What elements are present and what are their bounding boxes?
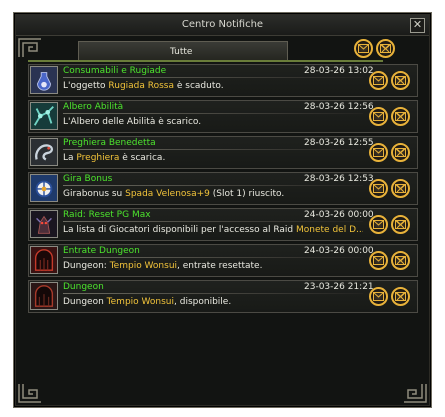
title-bar[interactable]: Centro Notifiche ✕ — [16, 15, 429, 36]
message-text: , entrate resettate. — [177, 261, 263, 271]
potion-icon — [30, 66, 58, 94]
message-text: L'Albero delle Abilità è scarico. — [63, 117, 202, 127]
delete-all-mail-icon[interactable] — [376, 39, 395, 58]
tab-tutte[interactable]: Tutte — [78, 41, 288, 61]
list-item[interactable]: Albero Abilità 28-03-26 12:56 L'Albero d… — [27, 99, 419, 135]
notification-title: Consumabili e Rugiade — [63, 66, 167, 76]
corner-ornament-icon — [18, 38, 41, 57]
mark-read-mail-icon[interactable] — [369, 287, 388, 306]
message-text: La — [63, 153, 77, 163]
bonus-wheel-icon — [30, 174, 58, 202]
dungeon-gate-icon — [30, 246, 58, 274]
message-highlight: Rugiada Rossa — [108, 81, 175, 91]
message-highlight: Monete del D.... — [296, 225, 363, 235]
mark-read-mail-icon[interactable] — [369, 107, 388, 126]
message-highlight: Spada Velenosa+9 — [125, 189, 210, 199]
divider — [63, 113, 363, 114]
delete-mail-icon[interactable] — [391, 71, 410, 90]
divider — [63, 185, 363, 186]
notification-date: 23-03-26 21:21 — [304, 282, 374, 292]
notification-list: Consumabili e Rugiade 28-03-26 13:02 L'o… — [27, 63, 419, 315]
notification-center-window: Centro Notifiche ✕ Tutte Consumabili e R… — [13, 12, 432, 408]
list-item[interactable]: Raid: Reset PG Max 24-03-26 00:00 La lis… — [27, 207, 419, 243]
message-highlight: Tempio Wonsui — [109, 261, 178, 271]
notification-date: 28-03-26 13:02 — [304, 66, 374, 76]
notification-message: L'Albero delle Abilità è scarico. — [63, 117, 363, 127]
delete-mail-icon[interactable] — [391, 143, 410, 162]
delete-mail-icon[interactable] — [391, 107, 410, 126]
list-item[interactable]: Gira Bonus 28-03-26 12:53 Girabonus su S… — [27, 171, 419, 207]
mark-read-mail-icon[interactable] — [369, 71, 388, 90]
mark-read-mail-icon[interactable] — [369, 143, 388, 162]
list-item[interactable]: Preghiera Benedetta 28-03-26 12:55 La Pr… — [27, 135, 419, 171]
notification-message: Dungeon Tempio Wonsui, disponibile. — [63, 297, 363, 307]
notification-date: 28-03-26 12:53 — [304, 174, 374, 184]
message-text: è scarica. — [119, 153, 166, 163]
notification-title: Raid: Reset PG Max — [63, 210, 151, 220]
mark-read-mail-icon[interactable] — [369, 179, 388, 198]
notification-title: Entrate Dungeon — [63, 246, 140, 256]
notification-message: L'oggetto Rugiada Rossa è scaduto. — [63, 81, 363, 91]
read-all-mail-icon[interactable] — [354, 39, 373, 58]
dragon-icon — [30, 138, 58, 166]
divider — [63, 77, 363, 78]
list-item[interactable]: Dungeon 23-03-26 21:21 Dungeon Tempio Wo… — [27, 279, 419, 315]
notification-date: 24-03-26 00:00 — [304, 246, 374, 256]
close-icon[interactable]: ✕ — [410, 18, 425, 33]
dungeon-gate-icon — [30, 282, 58, 310]
notification-title: Albero Abilità — [63, 102, 124, 112]
delete-mail-icon[interactable] — [391, 179, 410, 198]
corner-ornament-icon — [18, 384, 41, 403]
divider — [63, 221, 363, 222]
notification-message: Dungeon: Tempio Wonsui, entrate resettat… — [63, 261, 363, 271]
message-text: è scaduto. — [174, 81, 224, 91]
notification-date: 24-03-26 00:00 — [304, 210, 374, 220]
mark-read-mail-icon[interactable] — [369, 215, 388, 234]
delete-mail-icon[interactable] — [391, 215, 410, 234]
message-text: Girabonus su — [63, 189, 126, 199]
divider — [63, 149, 363, 150]
message-text: , disponibile. — [174, 297, 232, 307]
notification-title: Dungeon — [63, 282, 104, 292]
notification-message: La Preghiera è scarica. — [63, 153, 363, 163]
delete-mail-icon[interactable] — [391, 251, 410, 270]
message-text: Dungeon: — [63, 261, 110, 271]
notification-date: 28-03-26 12:56 — [304, 102, 374, 112]
divider — [63, 293, 363, 294]
tab-underline — [28, 60, 383, 62]
corner-ornament-icon — [404, 384, 427, 403]
message-text: Dungeon — [63, 297, 107, 307]
message-highlight: Tempio Wonsui — [106, 297, 175, 307]
divider — [63, 257, 363, 258]
message-text: L'oggetto — [63, 81, 109, 91]
notification-message: La lista di Giocatori disponibili per l'… — [63, 225, 363, 235]
notification-message: Girabonus su Spada Velenosa+9 (Slot 1) r… — [63, 189, 363, 199]
message-text: (Slot 1) riuscito. — [209, 189, 285, 199]
list-item[interactable]: Consumabili e Rugiade 28-03-26 13:02 L'o… — [27, 63, 419, 99]
list-item[interactable]: Entrate Dungeon 24-03-26 00:00 Dungeon: … — [27, 243, 419, 279]
notification-date: 28-03-26 12:55 — [304, 138, 374, 148]
raid-boss-icon — [30, 210, 58, 238]
notification-title: Gira Bonus — [63, 174, 113, 184]
message-text: La lista di Giocatori disponibili per l'… — [63, 225, 297, 235]
notification-title: Preghiera Benedetta — [63, 138, 156, 148]
skill-tree-icon — [30, 102, 58, 130]
message-highlight: Preghiera — [76, 153, 120, 163]
window-title: Centro Notifiche — [181, 19, 264, 30]
mark-read-mail-icon[interactable] — [369, 251, 388, 270]
delete-mail-icon[interactable] — [391, 287, 410, 306]
